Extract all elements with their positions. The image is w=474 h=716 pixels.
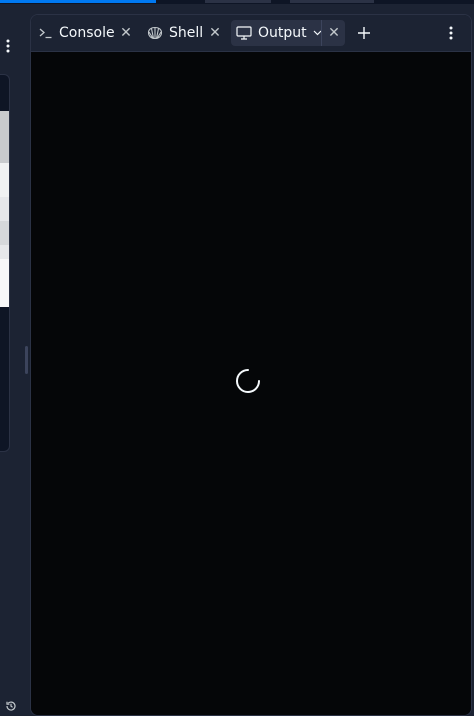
tab-bar: Console ✕ Shell ✕ Output ✕ (31, 15, 471, 52)
top-tab-placeholder[interactable] (290, 0, 374, 3)
output-viewport (31, 52, 471, 715)
active-indicator-bar (0, 0, 156, 3)
output-panel: Console ✕ Shell ✕ Output ✕ (30, 14, 472, 716)
tab-label: Console (59, 25, 115, 41)
webview-preview-card[interactable] (0, 74, 10, 452)
left-pane (0, 14, 24, 711)
top-tab-placeholder[interactable] (205, 0, 271, 3)
history-icon[interactable] (2, 698, 20, 714)
close-tab-console-icon[interactable]: ✕ (114, 20, 138, 46)
tab-output[interactable]: Output (236, 20, 322, 46)
webview-preview (0, 111, 9, 307)
tab-shell[interactable]: Shell (147, 20, 203, 46)
add-tab-plus-icon[interactable] (351, 20, 377, 46)
close-tab-output-icon[interactable]: ✕ (321, 20, 346, 46)
tab-console[interactable]: Console (39, 20, 115, 46)
terminal-prompt-icon (39, 27, 53, 39)
top-strip (0, 0, 474, 4)
kebab-menu-icon[interactable] (0, 34, 16, 58)
spinner-icon (235, 368, 261, 394)
monitor-icon (236, 26, 252, 40)
tab-label: Shell (169, 25, 204, 41)
kebab-menu-icon[interactable] (441, 20, 461, 46)
close-tab-shell-icon[interactable]: ✕ (203, 20, 227, 46)
pane-resize-handle[interactable] (25, 346, 28, 374)
shell-icon (147, 26, 163, 40)
tab-label: Output (258, 25, 307, 41)
